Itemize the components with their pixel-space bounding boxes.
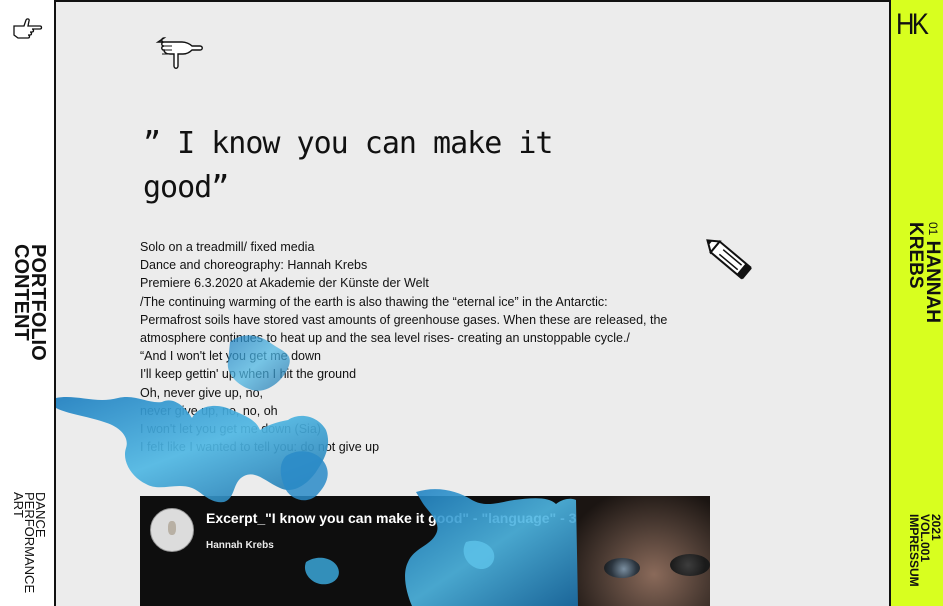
imprint-nav[interactable]: 2021 VOL.001 IMPRESSUM (907, 514, 943, 587)
text-line: never give up, no, no, oh (140, 403, 278, 418)
video-thumbnail (570, 496, 710, 606)
video-title[interactable]: Excerpt_"I know you can make it good" - … (206, 510, 576, 526)
text-line: Permafrost soils have stored vast amount… (140, 312, 668, 327)
site-logo[interactable]: HK (896, 8, 929, 42)
artist-first-name[interactable]: 01 HANNAH (922, 222, 943, 323)
text-line: Oh, never give up, no, (140, 385, 263, 400)
text-line: I felt like I wanted to tell you: do not… (140, 440, 380, 455)
pencil-icon (706, 239, 752, 280)
text-line: Solo on a treadmill/ fixed media (140, 240, 315, 254)
channel-avatar[interactable] (150, 508, 194, 552)
quote-line-2: good” (143, 170, 229, 205)
quote-heading: ” I know you can make it good” (143, 122, 593, 210)
portfolio-content-nav[interactable]: PORTFOLIO CONTENT (10, 244, 49, 361)
work-description: Solo on a treadmill/ fixed media Dance a… (140, 238, 730, 456)
right-sidebar: HK 01 HANNAH KREBS 2021 VOL.001 IMPRESSU… (889, 0, 943, 606)
text-line: Dance and choreography: Hannah Krebs (140, 258, 368, 273)
artist-number: 01 (926, 222, 940, 236)
main-content: ” I know you can make it good” Solo on a… (56, 2, 889, 606)
artist-nav[interactable]: 01 HANNAH KREBS (905, 222, 943, 323)
video-thumbnail-eye (670, 554, 710, 576)
text-line: “And I won't let you get me down (140, 349, 321, 364)
text-line: atmosphere continues to heat up and the … (140, 331, 630, 346)
quote-line-1: ” I know you can make it (143, 126, 553, 161)
pointing-down-hand-icon (155, 37, 203, 69)
left-sidebar: PORTFOLIO CONTENT DANCE PERFORMANCE ART (0, 0, 56, 606)
text-line: /The continuing warming of the earth is … (140, 294, 608, 309)
text-line: Premiere 6.3.2020 at Akademie der Künste… (140, 276, 429, 291)
category-nav[interactable]: DANCE PERFORMANCE ART (11, 492, 48, 593)
text-line: I won't let you get me down (Sia) (140, 422, 321, 437)
video-author[interactable]: Hannah Krebs (206, 540, 274, 551)
impressum-link[interactable]: IMPRESSUM (907, 514, 921, 587)
pointing-hand-icon[interactable] (12, 16, 44, 40)
video-embed[interactable]: Excerpt_"I know you can make it good" - … (140, 496, 710, 606)
text-line: I'll keep gettin' up when I hit the grou… (140, 367, 357, 382)
video-thumbnail-eye (604, 558, 640, 578)
